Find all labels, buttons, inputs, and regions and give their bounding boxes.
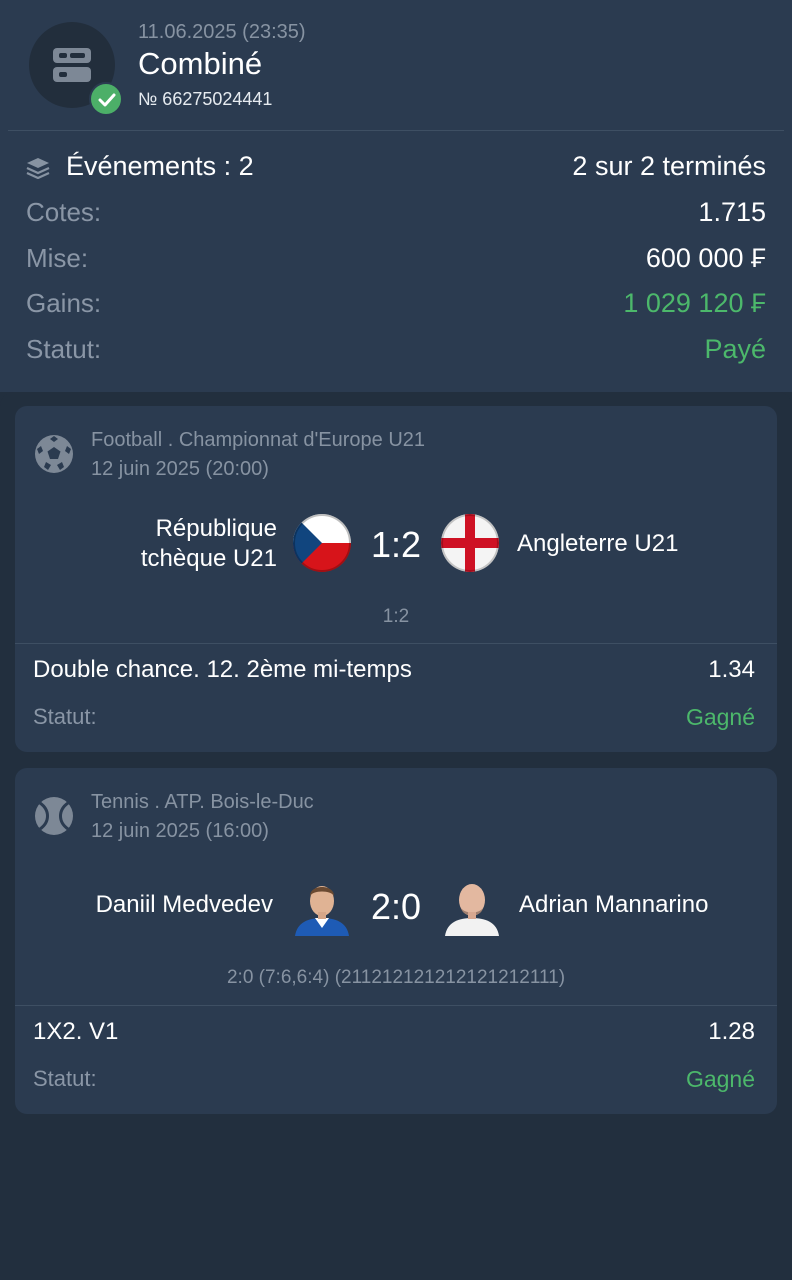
winnings-value: 1 029 120 ₣: [623, 288, 766, 318]
winnings-label: Gains:: [26, 288, 102, 318]
tennis-ball-icon: [35, 797, 73, 835]
bet-number: № 66275024441: [138, 89, 273, 109]
event-league: Football . Championnat d'Europe U21: [91, 429, 426, 451]
event-status-label: Statut:: [33, 1066, 97, 1091]
bet-selection: Double chance. 12. 2ème mi-temps: [33, 656, 412, 683]
layers-icon: [26, 158, 50, 179]
events-finished: 2 sur 2 terminés: [572, 151, 766, 181]
coupon-icon: [53, 48, 91, 82]
event-league: Tennis . ATP. Bois-le-Duc: [91, 791, 314, 813]
event-card-tennis[interactable]: Tennis . ATP. Bois-le-Duc 12 juin 2025 (…: [15, 768, 777, 1114]
card-divider: [15, 1005, 777, 1006]
status-label: Statut:: [26, 334, 102, 364]
card-divider: [15, 643, 777, 644]
player-away: Adrian Mannarino: [519, 891, 709, 918]
event-status-label: Statut:: [33, 704, 97, 729]
odds-value: 1.715: [698, 197, 766, 227]
player-away-avatar: [441, 874, 503, 936]
bet-odd: 1.28: [708, 1018, 755, 1045]
event-date: 12 juin 2025 (20:00): [91, 458, 269, 480]
event-card-football[interactable]: Football . Championnat d'Europe U21 12 j…: [15, 406, 777, 752]
events-count: Événements : 2: [66, 151, 254, 181]
event-status-value: Gagné: [685, 1066, 755, 1092]
check-icon: [89, 82, 123, 116]
event-detail-score: 1:2: [382, 606, 410, 627]
team-away: Angleterre U21: [517, 530, 679, 557]
bet-datetime: 11.06.2025 (23:35): [138, 21, 306, 43]
stake-label: Mise:: [26, 243, 89, 273]
bet-odd: 1.34: [708, 656, 755, 683]
football-icon: [35, 435, 73, 473]
england-flag-icon: [441, 514, 499, 572]
odds-label: Cotes:: [26, 197, 102, 227]
event-status-value: Gagné: [685, 704, 755, 730]
bet-header: 11.06.2025 (23:35) Combiné № 66275024441…: [0, 0, 792, 392]
status-value: Payé: [704, 334, 766, 364]
header-divider: [8, 130, 784, 131]
bet-selection: 1X2. V1: [33, 1018, 119, 1045]
match-detail-score: 2:0 (7:6,6:4) (211212121212121212111): [226, 967, 566, 988]
event-date: 12 juin 2025 (16:00): [91, 820, 269, 842]
bet-type-title: Combiné: [138, 46, 263, 81]
stake-value: 600 000 ₣: [645, 243, 766, 273]
